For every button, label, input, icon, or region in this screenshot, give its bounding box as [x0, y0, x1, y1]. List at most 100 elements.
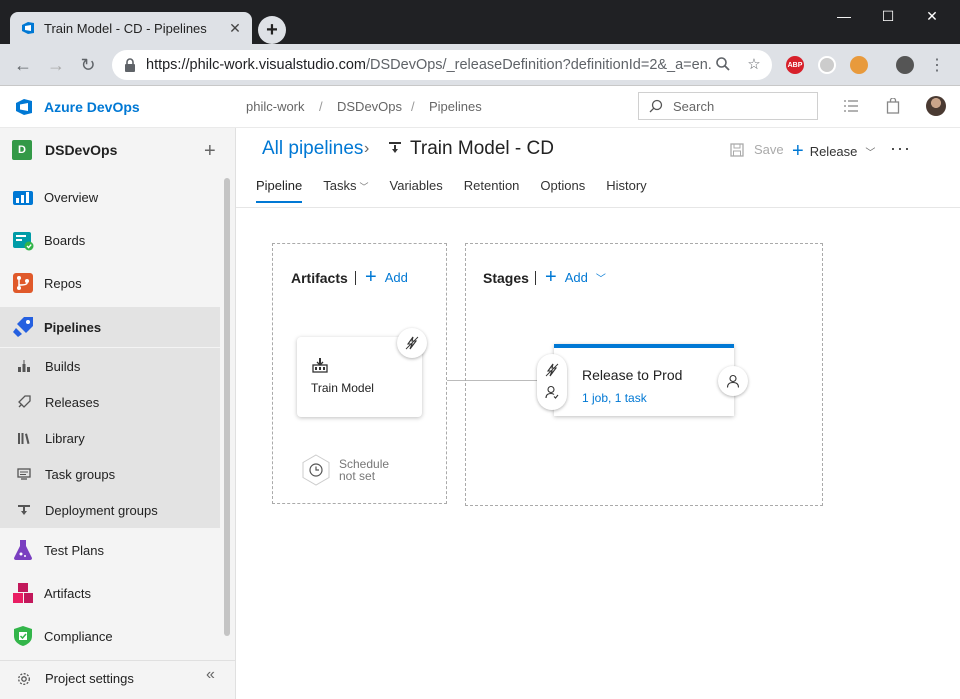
chevron-down-icon: ﹀	[359, 182, 369, 192]
builds-icon	[17, 359, 31, 373]
product-name: Azure DevOps	[44, 99, 140, 115]
azure-devops-icon	[22, 22, 34, 34]
tab-options[interactable]: Options	[540, 178, 585, 203]
extension-face-icon[interactable]	[850, 56, 868, 74]
save-label: Save	[754, 142, 784, 157]
breadcrumb-pipelines[interactable]: Pipelines	[429, 99, 482, 114]
breadcrumb-org[interactable]: philc-work	[246, 99, 305, 114]
forward-icon[interactable]: →	[45, 54, 67, 76]
sidebar-item-boards[interactable]: Boards	[0, 220, 220, 260]
bookmark-star-icon[interactable]: ☆	[745, 55, 763, 73]
browser-tab[interactable]: Train Model - CD - Pipelines ✕	[10, 12, 252, 44]
schedule-trigger[interactable]: Schedule not set	[301, 454, 389, 486]
address-bar[interactable]: https://philc-work.visualstudio.com/DSDe…	[112, 50, 772, 80]
plus-icon: +	[792, 140, 804, 162]
tab-pipeline[interactable]: Pipeline	[256, 178, 303, 203]
sidebar-item-label: Artifacts	[44, 585, 91, 601]
tab-tasks[interactable]: Tasks ﹀	[323, 178, 368, 203]
task-groups-icon	[17, 467, 31, 481]
close-tab-icon[interactable]: ✕	[228, 20, 242, 36]
ado-logo[interactable]: Azure DevOps	[14, 97, 140, 117]
save-button[interactable]: Save	[730, 142, 784, 157]
search-box[interactable]: Search	[638, 92, 818, 120]
adblock-label: ABP	[787, 61, 803, 69]
search-placeholder: Search	[673, 98, 715, 114]
more-actions-icon[interactable]: ···	[890, 138, 911, 159]
artifacts-title: Artifacts	[291, 270, 348, 286]
tab-retention[interactable]: Retention	[464, 178, 520, 203]
new-tab-button[interactable]: +	[258, 16, 286, 44]
sidebar-item-label: Repos	[44, 275, 82, 291]
sidebar-item-overview[interactable]: Overview	[0, 177, 220, 217]
chevron-right-icon: ›	[364, 140, 370, 157]
sidebar-subitem-builds[interactable]: Builds	[0, 348, 220, 384]
add-icon[interactable]: +	[204, 140, 216, 163]
project-header[interactable]: D DSDevOps +	[0, 128, 235, 172]
add-artifact-button[interactable]: + Add	[365, 266, 408, 289]
zoom-icon[interactable]	[714, 55, 732, 73]
add-stage-button[interactable]: + Add ﹀	[545, 266, 606, 289]
sidebar-item-test-plans[interactable]: Test Plans	[0, 530, 220, 570]
sidebar-item-artifacts[interactable]: Artifacts	[0, 573, 220, 613]
stage-card[interactable]: Release to Prod 1 job, 1 task	[554, 344, 734, 416]
post-deployment-conditions[interactable]	[718, 366, 748, 396]
browser-toolbar: ← → ↻ https://philc-work.visualstudio.co…	[0, 44, 960, 86]
sidebar-item-repos[interactable]: Repos	[0, 263, 220, 303]
tab-history[interactable]: History	[606, 178, 646, 203]
task-list-icon[interactable]	[842, 97, 860, 115]
boards-icon	[13, 232, 34, 251]
add-artifact-label: Add	[384, 270, 408, 285]
pipelines-icon	[13, 317, 33, 337]
divider	[355, 271, 356, 285]
breadcrumb-separator: /	[319, 99, 323, 114]
sidebar-subitem-task-groups[interactable]: Task groups	[0, 456, 220, 492]
divider	[535, 271, 536, 285]
marketplace-bag-icon[interactable]	[884, 97, 902, 115]
reload-icon[interactable]: ↻	[77, 54, 99, 76]
sidebar-scrollbar[interactable]	[224, 178, 230, 636]
stage-job-summary[interactable]: 1 job, 1 task	[582, 391, 647, 405]
compliance-icon	[14, 626, 32, 646]
all-pipelines-link[interactable]: All pipelines	[262, 138, 363, 160]
pipeline-header: All pipelines › Train Model - CD Save + …	[236, 128, 960, 208]
lock-icon	[125, 58, 135, 72]
minimize-icon[interactable]: —	[834, 6, 854, 26]
profile-icon[interactable]	[896, 56, 914, 74]
gear-icon	[18, 672, 30, 685]
pre-deployment-conditions[interactable]	[537, 354, 567, 410]
pipeline-title: Train Model - CD	[410, 138, 554, 159]
sidebar-item-label: Test Plans	[44, 542, 104, 558]
menu-dots-icon[interactable]: ⋮	[926, 54, 948, 76]
tab-variables[interactable]: Variables	[390, 178, 443, 203]
sidebar-subitem-label: Releases	[45, 394, 100, 410]
clock-icon	[302, 454, 330, 486]
create-release-button[interactable]: + Release ﹀	[792, 140, 875, 163]
overview-icon	[13, 191, 33, 205]
adblock-icon[interactable]: ABP	[786, 56, 804, 74]
releases-icon	[17, 395, 31, 409]
sidebar-item-pipelines[interactable]: Pipelines	[0, 307, 220, 347]
user-avatar[interactable]	[926, 96, 946, 116]
tab-tasks-label: Tasks	[323, 178, 357, 193]
search-icon	[649, 99, 663, 113]
chevron-down-icon: ﹀	[865, 148, 876, 159]
breadcrumb-project[interactable]: DSDevOps	[337, 99, 402, 114]
release-label: Release	[809, 144, 858, 159]
sidebar-subitem-releases[interactable]: Releases	[0, 384, 220, 420]
back-icon[interactable]: ←	[12, 54, 34, 76]
sidebar-item-compliance[interactable]: Compliance	[0, 616, 220, 656]
collapse-sidebar-icon[interactable]: «	[206, 666, 215, 684]
maximize-icon[interactable]: ☐	[878, 6, 898, 26]
schedule-line-2: not set	[339, 469, 376, 483]
sidebar-subitem-library[interactable]: Library	[0, 420, 220, 456]
continuous-deployment-trigger[interactable]	[397, 328, 427, 358]
build-artifact-icon	[312, 358, 328, 373]
project-settings[interactable]: Project settings	[0, 660, 235, 696]
sidebar-subitem-deployment-groups[interactable]: Deployment groups	[0, 492, 220, 528]
extension-circle-icon[interactable]	[818, 56, 836, 74]
sidebar-subitem-label: Deployment groups	[45, 502, 158, 518]
deployment-groups-icon	[17, 503, 31, 517]
close-window-icon[interactable]: ✕	[922, 6, 942, 26]
artifacts-panel: Artifacts + Add Train Model Schedule not…	[272, 243, 447, 504]
browser-titlebar: Train Model - CD - Pipelines ✕ + — ☐ ✕	[0, 0, 960, 44]
